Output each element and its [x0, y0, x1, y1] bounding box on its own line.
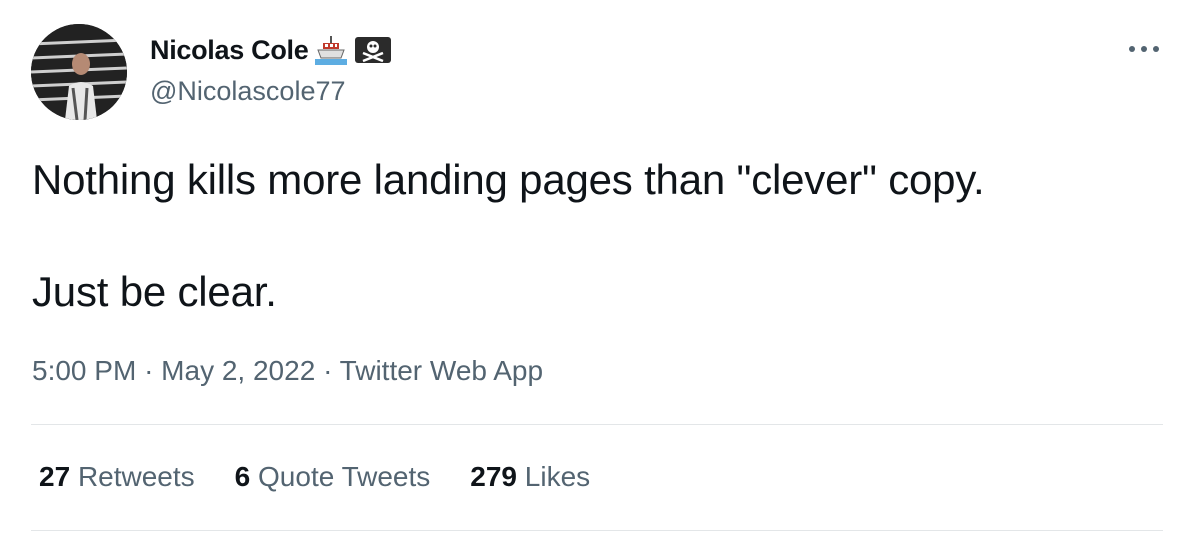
tweet-text: Nothing kills more landing pages than "c… [32, 152, 985, 320]
likes-count: 279 [470, 461, 517, 492]
meta-separator: · [144, 355, 154, 386]
author-display-name-row[interactable]: Nicolas Cole [150, 33, 392, 67]
tweet-line-1: Nothing kills more landing pages than "c… [32, 156, 985, 203]
quote-tweets-stat[interactable]: 6 Quote Tweets [235, 461, 431, 493]
divider-bottom [31, 530, 1163, 531]
retweets-stat[interactable]: 27 Retweets [39, 461, 195, 493]
quote-tweets-label: Quote Tweets [258, 461, 431, 492]
tweet-line-2: Just be clear. [32, 268, 277, 315]
tweet-meta: 5:00 PM · May 2, 2022 · Twitter Web App [32, 355, 543, 387]
avatar-photo [31, 24, 127, 120]
tweet-time[interactable]: 5:00 PM [32, 355, 136, 386]
ship-emoji-icon [314, 33, 348, 67]
retweets-label: Retweets [77, 461, 195, 492]
engagement-stats: 27 Retweets 6 Quote Tweets 279 Likes [39, 461, 590, 493]
author-display-name[interactable]: Nicolas Cole [150, 35, 309, 66]
avatar[interactable] [31, 24, 127, 120]
likes-stat[interactable]: 279 Likes [470, 461, 590, 493]
quote-tweets-count: 6 [234, 461, 251, 492]
tweet-source[interactable]: Twitter Web App [340, 355, 543, 386]
more-horizontal-icon [1129, 46, 1159, 52]
tweet-date[interactable]: May 2, 2022 [161, 355, 315, 386]
divider-top [31, 424, 1163, 425]
likes-label: Likes [524, 461, 591, 492]
pirate-flag-emoji-icon [354, 35, 392, 65]
author-handle[interactable]: @Nicolascole77 [150, 76, 346, 107]
meta-separator: · [323, 355, 333, 386]
more-options-button[interactable] [1124, 34, 1164, 64]
retweets-count: 27 [39, 461, 71, 492]
